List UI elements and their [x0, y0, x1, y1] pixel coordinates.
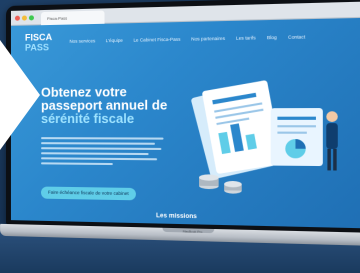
person-icon: [326, 111, 338, 122]
nav-item-contact[interactable]: Contact: [288, 34, 305, 40]
nav-item-pricing[interactable]: Les tarifs: [236, 35, 256, 41]
text-line: [41, 162, 113, 166]
nav-item-blog[interactable]: Blog: [267, 35, 277, 40]
nav-item-services[interactable]: Nos services: [69, 38, 95, 44]
hero-illustration: [190, 79, 338, 194]
text-line: [41, 147, 162, 150]
close-window-icon[interactable]: [14, 15, 20, 21]
cta-button[interactable]: Faire échéance fiscale de votre cabinet: [41, 186, 136, 201]
site-nav: FISCA PASS Nos services L'équipe Le Cabi…: [11, 18, 360, 66]
text-line: [41, 137, 164, 140]
text-line: [41, 157, 158, 161]
nav-item-partners[interactable]: Nos partenaires: [191, 36, 225, 42]
laptop: Fisca-Pass FISCA PASS Nos services L'équ…: [0, 0, 360, 248]
minimize-window-icon[interactable]: [21, 15, 27, 21]
laptop-bezel: Fisca-Pass FISCA PASS Nos services L'équ…: [6, 0, 360, 233]
hero-paragraph: [41, 137, 166, 166]
nav-item-cabinet[interactable]: Le Cabinet Fisca-Pass: [133, 37, 180, 43]
laptop-screen: Fisca-Pass FISCA PASS Nos services L'équ…: [10, 1, 360, 229]
text-line: [41, 152, 149, 156]
text-line: [41, 142, 155, 145]
section-title: Les missions: [156, 213, 197, 221]
photo-scene: Fisca-Pass FISCA PASS Nos services L'équ…: [0, 0, 360, 273]
nav-item-team[interactable]: L'équipe: [106, 38, 123, 43]
arrow-shape: [0, 40, 40, 150]
nav-menu: Nos services L'équipe Le Cabinet Fisca-P…: [69, 34, 305, 44]
maximize-window-icon[interactable]: [28, 15, 34, 21]
